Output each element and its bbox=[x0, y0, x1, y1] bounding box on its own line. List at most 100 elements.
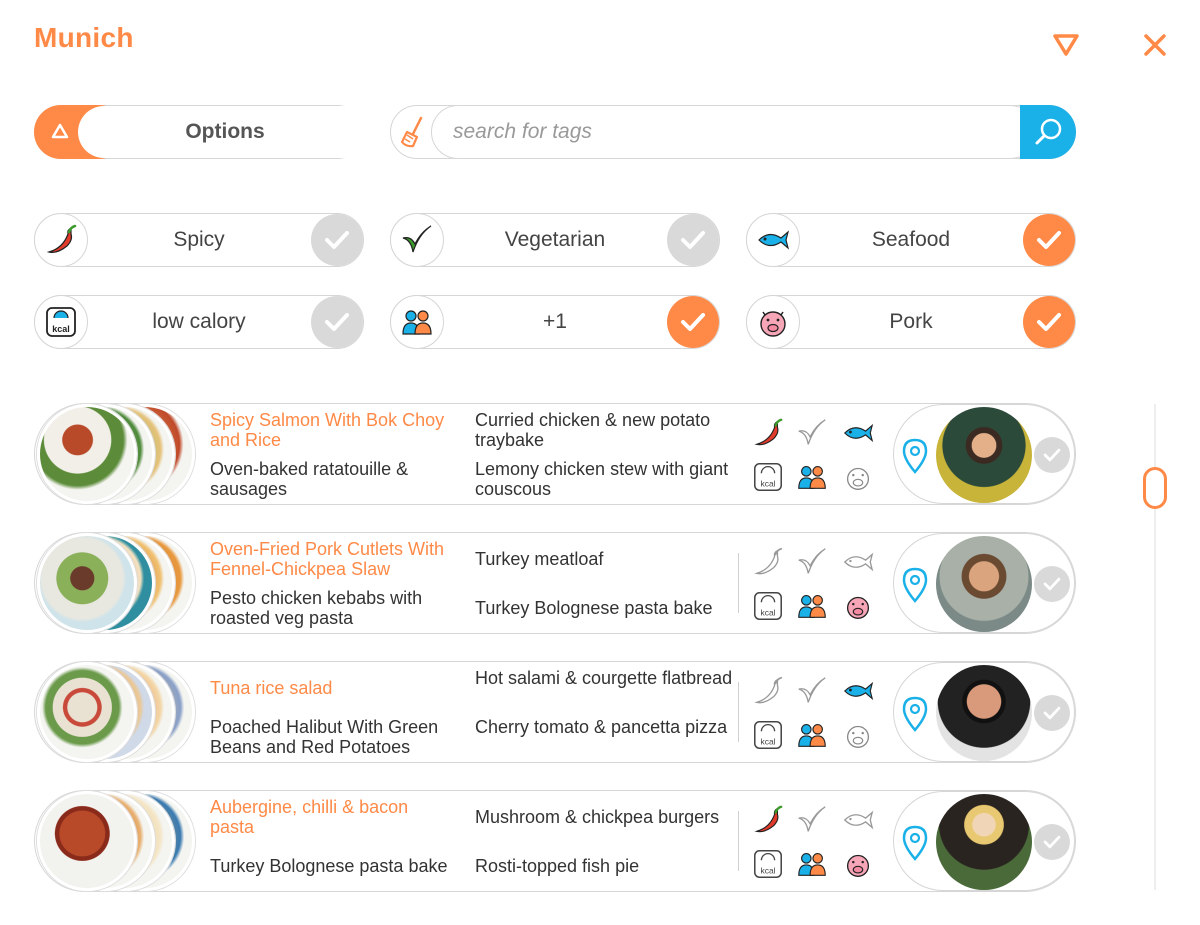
options-toggle[interactable]: Options bbox=[34, 105, 368, 159]
tag-search bbox=[390, 105, 1076, 159]
chili-icon bbox=[34, 213, 88, 267]
check-icon bbox=[1043, 835, 1061, 849]
pig-icon bbox=[746, 295, 800, 349]
location-pin-icon[interactable] bbox=[900, 566, 930, 604]
meal-item[interactable]: Aubergine, chilli & bacon pasta bbox=[210, 797, 450, 837]
location-pin-icon[interactable] bbox=[900, 824, 930, 862]
row-checkbox[interactable] bbox=[1034, 437, 1070, 473]
meal-item[interactable]: Oven-baked ratatouille & sausages bbox=[210, 459, 450, 499]
meal-item[interactable]: Poached Halibut With Green Beans and Red… bbox=[210, 717, 450, 757]
food-photo[interactable] bbox=[37, 533, 137, 633]
chili-icon bbox=[754, 418, 783, 446]
close-icon[interactable] bbox=[1142, 32, 1168, 58]
meal-item[interactable]: Spicy Salmon With Bok Choy and Rice bbox=[210, 410, 450, 450]
meal-item[interactable]: Cherry tomato & pancetta pizza bbox=[475, 717, 735, 737]
row-checkbox[interactable] bbox=[1034, 566, 1070, 602]
broom-icon bbox=[400, 116, 423, 148]
filter-spicy[interactable]: Spicy bbox=[34, 213, 364, 267]
row-checkbox[interactable] bbox=[1034, 824, 1070, 860]
pig-icon bbox=[846, 854, 870, 877]
fish-icon bbox=[843, 681, 874, 701]
clear-search-button[interactable] bbox=[391, 106, 435, 158]
scrollbar-thumb[interactable] bbox=[1143, 467, 1167, 509]
check-icon bbox=[325, 313, 349, 331]
filter-checkbox[interactable] bbox=[311, 214, 363, 266]
food-thumbnails bbox=[35, 533, 205, 633]
meal-item[interactable]: Lemony chicken stew with giant couscous bbox=[475, 459, 735, 499]
page-title: Munich bbox=[34, 22, 134, 53]
people-icon bbox=[798, 595, 826, 618]
kcal-scale-icon: kcal bbox=[754, 850, 782, 878]
chili-icon bbox=[754, 547, 783, 575]
filter-pork[interactable]: Pork bbox=[746, 295, 1076, 349]
svg-text:kcal: kcal bbox=[760, 736, 775, 746]
food-photo[interactable] bbox=[37, 404, 137, 504]
meal-item[interactable]: Turkey Bolognese pasta bake bbox=[475, 598, 735, 618]
meal-item[interactable]: Tuna rice salad bbox=[210, 678, 450, 698]
filter-checkbox[interactable] bbox=[1023, 214, 1075, 266]
meal-item[interactable]: Hot salami & courgette flatbread bbox=[475, 668, 735, 688]
meal-item[interactable]: Curried chicken & new potato traybake bbox=[475, 410, 735, 450]
avatar[interactable] bbox=[936, 665, 1032, 761]
check-icon bbox=[1043, 448, 1061, 462]
svg-text:kcal: kcal bbox=[760, 478, 775, 488]
kcal-scale-icon: kcal bbox=[754, 592, 782, 620]
meal-plan-row: Aubergine, chilli & bacon pasta Turkey B… bbox=[34, 790, 1076, 892]
meal-item[interactable]: Mushroom & chickpea burgers bbox=[475, 807, 735, 827]
filter-seafood[interactable]: Seafood bbox=[746, 213, 1076, 267]
meal-plan-row: Tuna rice salad Poached Halibut With Gre… bbox=[34, 661, 1076, 763]
location-pin-icon[interactable] bbox=[900, 437, 930, 475]
leaf-check-icon bbox=[798, 806, 826, 832]
people-icon bbox=[798, 853, 826, 876]
search-input[interactable] bbox=[453, 114, 1013, 150]
check-icon bbox=[1037, 313, 1061, 331]
leaf-check-icon bbox=[798, 419, 826, 445]
filter-label: Pork bbox=[889, 310, 933, 333]
check-icon bbox=[681, 313, 705, 331]
people-icon bbox=[390, 295, 444, 349]
food-photo[interactable] bbox=[37, 662, 137, 762]
search-icon bbox=[1035, 118, 1062, 145]
check-icon bbox=[1037, 231, 1061, 249]
filter-checkbox[interactable] bbox=[667, 296, 719, 348]
search-button[interactable] bbox=[1020, 105, 1076, 159]
pig-icon bbox=[846, 596, 870, 619]
food-photo[interactable] bbox=[37, 791, 137, 891]
meal-plan-row: Oven-Fried Pork Cutlets With Fennel-Chic… bbox=[34, 532, 1076, 634]
filter-checkbox[interactable] bbox=[1023, 296, 1075, 348]
svg-text:kcal: kcal bbox=[760, 607, 775, 617]
filter-checkbox[interactable] bbox=[311, 296, 363, 348]
filter-vegetarian[interactable]: Vegetarian bbox=[390, 213, 720, 267]
svg-text:kcal: kcal bbox=[760, 865, 775, 875]
chili-icon bbox=[754, 805, 783, 833]
divider bbox=[738, 682, 739, 742]
options-label: Options bbox=[185, 120, 265, 143]
avatar[interactable] bbox=[936, 794, 1032, 890]
check-icon bbox=[681, 231, 705, 249]
kcal-scale-icon: kcal bbox=[754, 463, 782, 491]
check-icon bbox=[1043, 577, 1061, 591]
assigned-person bbox=[893, 791, 1075, 891]
location-pin-icon[interactable] bbox=[900, 695, 930, 733]
meal-item[interactable]: Turkey meatloaf bbox=[475, 549, 735, 569]
meal-item[interactable]: Pesto chicken kebabs with roasted veg pa… bbox=[210, 588, 450, 628]
row-checkbox[interactable] bbox=[1034, 695, 1070, 731]
avatar[interactable] bbox=[936, 536, 1032, 632]
food-thumbnails bbox=[35, 404, 205, 504]
meal-item[interactable]: Turkey Bolognese pasta bake bbox=[210, 856, 450, 876]
meal-item[interactable]: Oven-Fried Pork Cutlets With Fennel-Chic… bbox=[210, 539, 450, 579]
assigned-person bbox=[893, 662, 1075, 762]
filter-label: +1 bbox=[543, 310, 567, 333]
filter-low-calory[interactable]: kcal low calory bbox=[34, 295, 364, 349]
filter-plus-one[interactable]: +1 bbox=[390, 295, 720, 349]
pig-icon bbox=[846, 725, 870, 748]
fish-icon bbox=[843, 423, 874, 443]
people-icon bbox=[798, 466, 826, 489]
filter-checkbox[interactable] bbox=[667, 214, 719, 266]
assigned-person bbox=[893, 404, 1075, 504]
triangle-down-icon[interactable] bbox=[1052, 32, 1080, 58]
options-knob[interactable] bbox=[34, 105, 368, 159]
meal-item[interactable]: Rosti-topped fish pie bbox=[475, 856, 735, 876]
fish-icon bbox=[843, 810, 874, 830]
avatar[interactable] bbox=[936, 407, 1032, 503]
